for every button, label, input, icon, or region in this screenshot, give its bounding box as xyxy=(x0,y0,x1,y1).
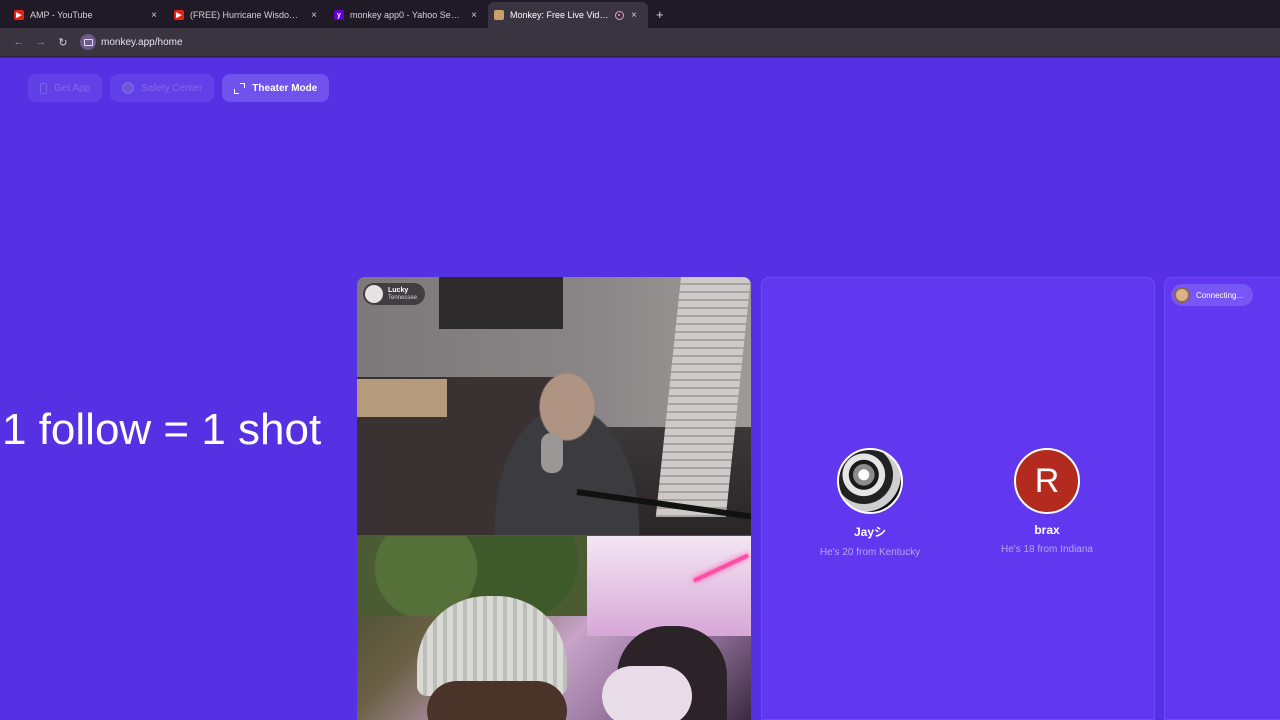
candidates-panel: Jayシ He's 20 from Kentucky R brax He's 1… xyxy=(761,277,1155,720)
video-blanket xyxy=(602,666,692,720)
safety-center-button[interactable]: Safety Center xyxy=(110,74,215,102)
browser-tab-active[interactable]: Monkey: Free Live Video Ch × xyxy=(488,2,648,28)
top-toolbar: Get App Safety Center Theater Mode xyxy=(28,74,330,102)
candidate-description: He's 18 from Indiana xyxy=(1001,544,1093,555)
connecting-badge: Connecting... xyxy=(1171,284,1254,306)
youtube-icon: ▶ xyxy=(14,10,24,20)
tab-title: Monkey: Free Live Video Ch xyxy=(510,10,611,20)
close-icon[interactable]: × xyxy=(148,10,160,21)
close-icon[interactable]: × xyxy=(308,10,320,21)
video-box xyxy=(357,379,447,417)
connecting-label: Connecting... xyxy=(1196,290,1244,300)
address-bar: ← → ↻ monkey.app/home xyxy=(0,28,1280,56)
url-field[interactable]: monkey.app/home xyxy=(80,34,183,50)
get-app-label: Get App xyxy=(54,82,91,94)
safety-center-label: Safety Center xyxy=(141,82,203,94)
browser-tab[interactable]: y monkey app0 - Yahoo Search R × xyxy=(328,2,488,28)
stream-overlay-text: 1 follow = 1 shot xyxy=(2,405,322,454)
candidate-name: brax xyxy=(1034,523,1060,537)
avatar xyxy=(365,285,383,303)
self-video xyxy=(357,536,751,720)
get-app-button[interactable]: Get App xyxy=(28,74,103,102)
candidate-name: Jayシ xyxy=(853,525,887,539)
video-face xyxy=(427,681,567,720)
video-person xyxy=(462,352,672,535)
theater-mode-label: Theater Mode xyxy=(252,82,318,94)
monkey-icon xyxy=(1174,287,1190,303)
browser-tab[interactable]: ▶ AMP - YouTube × xyxy=(8,2,168,28)
candidate-card[interactable]: R brax He's 18 from Indiana xyxy=(982,448,1112,555)
close-icon[interactable]: × xyxy=(628,10,640,21)
remote-user-name: Lucky xyxy=(388,286,409,294)
back-icon[interactable]: ← xyxy=(8,36,30,48)
remote-user-info: Lucky Tennessee xyxy=(388,287,417,302)
site-info-icon[interactable] xyxy=(80,34,96,50)
shield-icon xyxy=(122,82,135,94)
new-tab-button[interactable]: + xyxy=(656,7,664,22)
forward-icon[interactable]: → xyxy=(30,36,52,48)
remote-video: Lucky Tennessee xyxy=(357,277,751,535)
url-text: monkey.app/home xyxy=(101,36,183,48)
browser-tab[interactable]: ▶ (FREE) Hurricane Wisdom Type × xyxy=(168,2,328,28)
tab-title: monkey app0 - Yahoo Search R xyxy=(350,10,464,20)
page-content: Get App Safety Center Theater Mode Lucky… xyxy=(0,58,1280,720)
close-icon[interactable]: × xyxy=(468,10,480,21)
monkey-icon xyxy=(494,10,504,20)
tab-title: (FREE) Hurricane Wisdom Type xyxy=(190,10,304,20)
yahoo-icon: y xyxy=(334,10,344,20)
browser-tab-bar: ▶ AMP - YouTube × ▶ (FREE) Hurricane Wis… xyxy=(0,0,1280,28)
candidate-description: He's 20 from Kentucky xyxy=(819,547,921,558)
theater-mode-button[interactable]: Theater Mode xyxy=(222,74,330,102)
avatar xyxy=(837,448,903,514)
recording-icon xyxy=(615,10,624,20)
remote-user-location: Tennessee xyxy=(388,294,418,301)
video-poster xyxy=(439,277,563,329)
video-microphone xyxy=(541,433,563,473)
remote-user-badge[interactable]: Lucky Tennessee xyxy=(363,283,426,305)
youtube-icon: ▶ xyxy=(174,10,184,20)
candidate-card[interactable]: Jayシ He's 20 from Kentucky xyxy=(805,448,935,558)
phone-icon xyxy=(40,82,47,94)
video-light xyxy=(587,536,751,636)
reload-icon[interactable]: ↻ xyxy=(52,36,74,49)
avatar: R xyxy=(1014,448,1080,514)
expand-icon xyxy=(234,82,246,94)
connecting-panel: Connecting... xyxy=(1164,277,1280,720)
tab-title: AMP - YouTube xyxy=(30,10,93,20)
